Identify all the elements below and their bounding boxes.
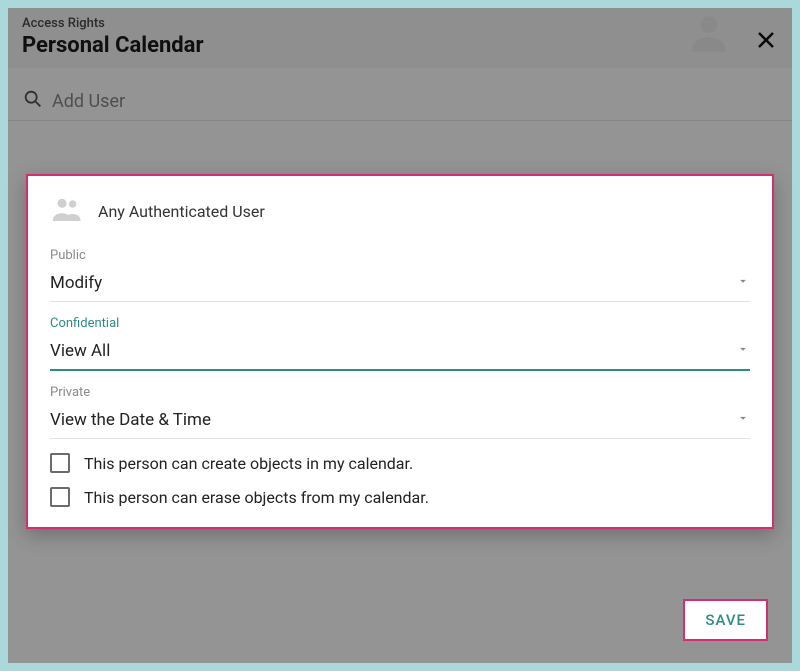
public-select-value: Modify [50,273,102,293]
confidential-select[interactable]: View All [50,335,750,371]
add-user-row [8,68,792,121]
save-button[interactable]: SAVE [683,599,768,641]
public-select[interactable]: Modify [50,267,750,302]
avatar-icon [684,8,734,58]
users-icon [50,192,84,230]
selected-user-label: Any Authenticated User [98,202,265,221]
page-title: Personal Calendar [22,33,778,58]
confidential-field: Confidential View All [50,316,750,371]
chevron-down-icon [736,273,750,293]
can-create-label: This person can create objects in my cal… [84,454,413,473]
can-erase-checkbox[interactable]: This person can erase objects from my ca… [50,487,750,507]
selected-user-row: Any Authenticated User [50,192,750,230]
checkbox-box [50,453,70,473]
close-button[interactable] [754,28,778,56]
access-rights-panel: Any Authenticated User Public Modify Con… [26,174,774,529]
confidential-select-value: View All [50,341,110,361]
header: Access Rights Personal Calendar [8,8,792,68]
private-select-value: View the Date & Time [50,410,211,430]
can-erase-label: This person can erase objects from my ca… [84,488,429,507]
chevron-down-icon [736,341,750,361]
private-field: Private View the Date & Time [50,385,750,439]
public-field: Public Modify [50,248,750,302]
add-user-input[interactable] [52,91,778,112]
public-field-label: Public [50,248,750,263]
private-field-label: Private [50,385,750,400]
search-icon [22,88,44,114]
can-create-checkbox[interactable]: This person can create objects in my cal… [50,453,750,473]
app-frame: Access Rights Personal Calendar [8,8,792,663]
close-icon [754,28,778,52]
header-subtitle: Access Rights [22,16,778,31]
chevron-down-icon [736,410,750,430]
private-select[interactable]: View the Date & Time [50,404,750,439]
checkbox-box [50,487,70,507]
confidential-field-label: Confidential [50,316,750,331]
